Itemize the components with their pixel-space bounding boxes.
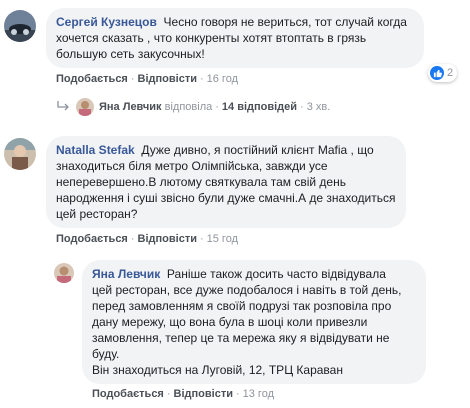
comment-text: цей ресторан?	[56, 207, 138, 221]
view-replies-link[interactable]: Яна Левчик відповіла · 14 відповідей · 3 хв.	[56, 98, 330, 116]
reply-text: цей ресторан, все дуже подобалося і наві…	[92, 283, 402, 297]
separator-dot: ·	[166, 388, 171, 400]
reply-link[interactable]: Відповісти	[138, 73, 197, 85]
reply-count: 14 відповідей	[221, 101, 298, 113]
reply-bubble: Яна Левчик Раніше також досить часто від…	[82, 260, 426, 384]
comment-text: народження і суші звісно були дуже смачн…	[56, 191, 396, 205]
separator-dot: ·	[130, 73, 135, 85]
comment-text: Дуже дивно, я постійний клієнт Mafia , щ…	[141, 143, 374, 157]
reply-author[interactable]: Яна Левчик	[92, 267, 160, 281]
reply-arrow-icon	[56, 100, 72, 115]
reply-author: Яна Левчик	[99, 101, 162, 113]
like-link[interactable]: Подобається	[56, 73, 128, 85]
separator-dot: ·	[199, 73, 204, 85]
reply-actions: Подобається · Відповісти · 13 год	[92, 388, 274, 400]
separator-dot: ·	[130, 233, 135, 245]
comment-text: большую сеть закусочных!	[56, 47, 205, 61]
reply-link[interactable]: Відповісти	[138, 233, 197, 245]
reply-verb: відповіла	[164, 101, 213, 113]
comment-text: неперевершено.В лютому святкувала там св…	[56, 175, 346, 189]
reply-time: 3 хв.	[306, 101, 331, 113]
like-link[interactable]: Подобається	[92, 388, 164, 400]
reaction-count[interactable]: 2	[428, 64, 458, 82]
like-link[interactable]: Подобається	[56, 233, 128, 245]
reply-text: замовлення, тепер це та мережа яку я від…	[92, 331, 390, 345]
comment-actions: Подобається · Відповісти · 16 год	[56, 73, 238, 85]
separator-dot: ·	[199, 233, 204, 245]
comment-time[interactable]: 16 год	[207, 73, 238, 85]
comment-bubble: Сергей Кузнецов Чесно говоря не вериться…	[46, 8, 424, 68]
avatar[interactable]	[54, 263, 74, 283]
reply-text: Раніше також досить часто відвідувала	[166, 267, 386, 281]
comment-text: хочется сказать , что конкуренты хотят в…	[56, 31, 367, 45]
reply-text: буду.	[92, 347, 120, 361]
reply-text: перед замовленням я своїй подрузі так ро…	[92, 299, 392, 313]
avatar[interactable]	[4, 10, 36, 42]
comment-text: Чесно говоря не вериться, тот случай ког…	[163, 15, 407, 29]
separator-dot: ·	[215, 101, 219, 113]
separator-dot: ·	[235, 388, 240, 400]
comment-text: знаходиться біля метро Олімпійська, завж…	[56, 159, 328, 173]
avatar	[76, 98, 94, 116]
comment-actions: Подобається · Відповісти · 15 год	[56, 233, 238, 245]
reply-text: дану мережу, що вона була в шоці коли пр…	[92, 315, 368, 329]
separator-dot: ·	[300, 101, 304, 113]
comment-author[interactable]: Natalla Stefak	[56, 143, 135, 157]
reply-text: Він знаходиться на Луговій, 12, ТРЦ Кара…	[92, 363, 343, 377]
comment-bubble: Natalla Stefak Дуже дивно, я постійний к…	[46, 136, 406, 228]
comment-time[interactable]: 15 год	[207, 233, 238, 245]
reply-link[interactable]: Відповісти	[174, 388, 233, 400]
avatar[interactable]	[4, 138, 36, 170]
reaction-number: 2	[447, 67, 454, 79]
comment-author[interactable]: Сергей Кузнецов	[56, 15, 157, 29]
thumbs-up-icon	[430, 66, 444, 80]
reply-time[interactable]: 13 год	[243, 388, 274, 400]
